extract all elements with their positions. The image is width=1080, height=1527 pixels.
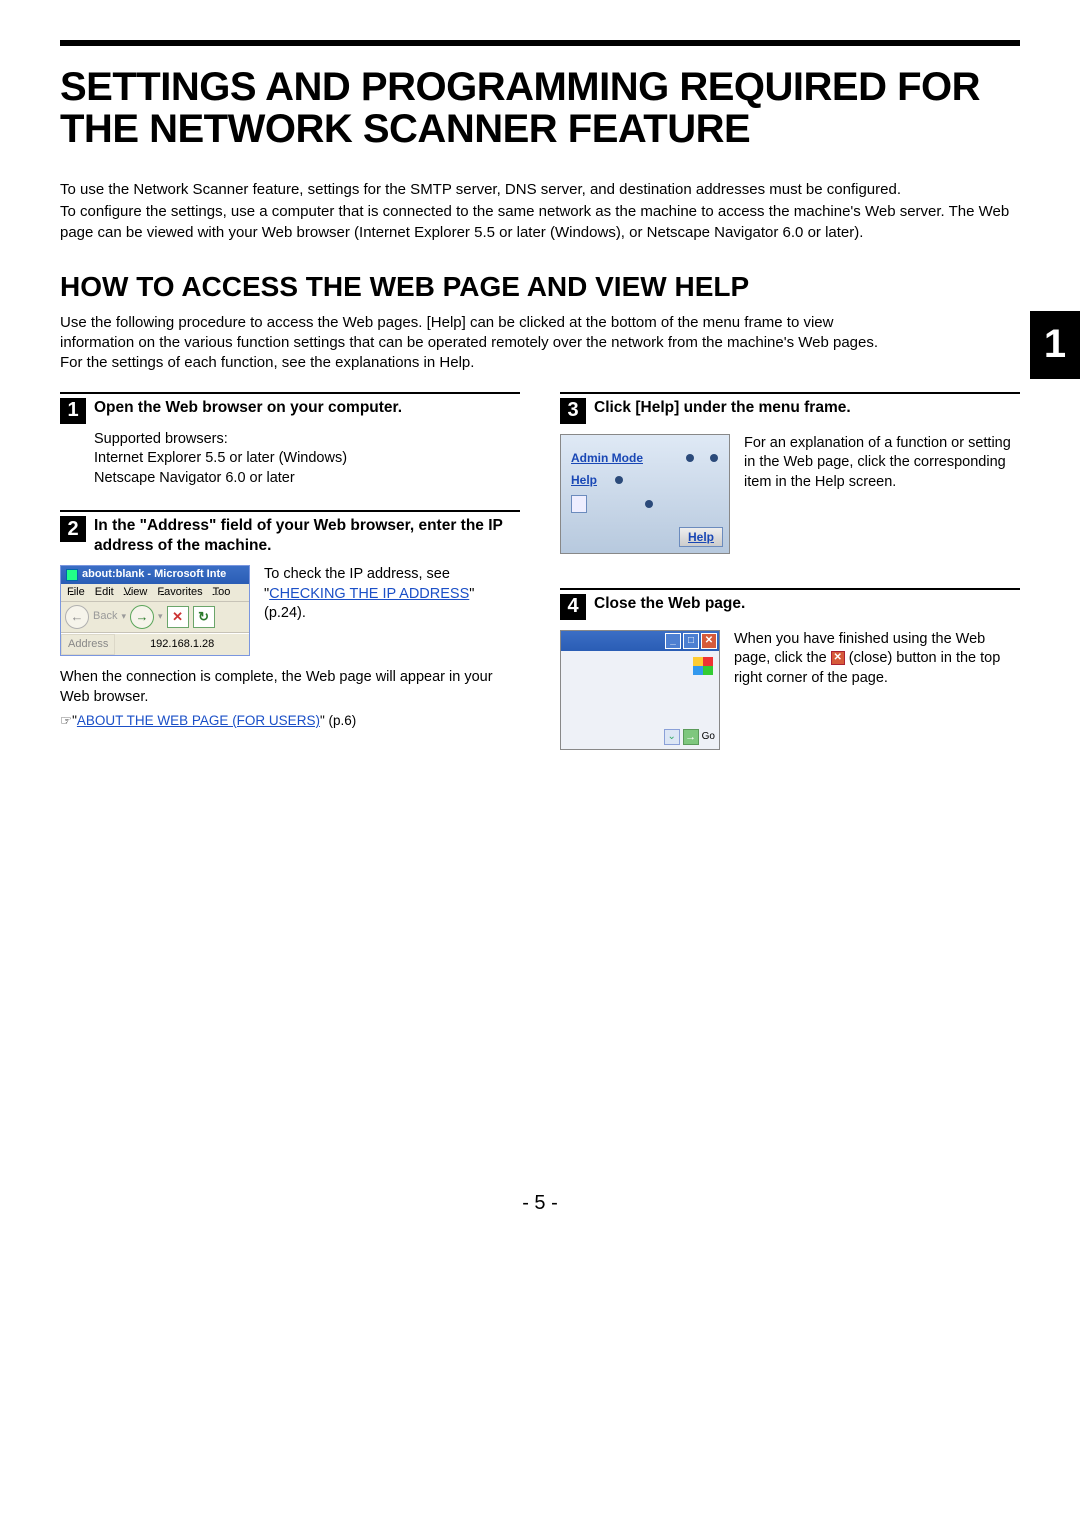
section-heading: HOW TO ACCESS THE WEB PAGE AND VIEW HELP (60, 271, 1020, 303)
intro-p2: To configure the settings, use a compute… (60, 202, 1020, 243)
close-icon: ✕ (831, 651, 845, 665)
left-column: 1 Open the Web browser on your computer.… (60, 392, 520, 772)
dot-icon (710, 454, 718, 462)
fwd-chevron-icon[interactable]: ▾ (158, 612, 163, 621)
go-button[interactable]: → (683, 729, 699, 745)
step-4: 4 Close the Web page. _ □ ✕ ⌄ → Go (560, 588, 1020, 750)
link-about-webpage[interactable]: ABOUT THE WEB PAGE (FOR USERS) (77, 713, 320, 728)
dot-icon (645, 500, 653, 508)
ie-menu-edit[interactable]: Edit (95, 587, 114, 598)
intro-p1: To use the Network Scanner feature, sett… (60, 180, 1020, 200)
step-2: 2 In the "Address" field of your Web bro… (60, 510, 520, 729)
right-column: 3 Click [Help] under the menu frame. Adm… (560, 392, 1020, 772)
back-button[interactable]: ← (65, 605, 89, 629)
figure-help-panel: Admin Mode Help Help (560, 434, 730, 554)
close-button[interactable]: ✕ (701, 633, 717, 649)
forward-button[interactable]: → (130, 605, 154, 629)
step-3: 3 Click [Help] under the menu frame. Adm… (560, 392, 1020, 554)
window-titlebar: _ □ ✕ (561, 631, 719, 651)
page-number: - 5 - (60, 1192, 1020, 1215)
page-title: SETTINGS AND PROGRAMMING REQUIRED FOR TH… (60, 66, 1020, 150)
help-button[interactable]: Help (679, 527, 723, 547)
ie-icon (66, 569, 78, 581)
step-1: 1 Open the Web browser on your computer.… (60, 392, 520, 489)
ie-menu-view[interactable]: View (124, 587, 148, 598)
ie-menubar: File Edit View Favorites Too (61, 584, 249, 602)
step-title: Click [Help] under the menu frame. (594, 398, 851, 417)
link-check-ip[interactable]: CHECKING THE IP ADDRESS (269, 586, 469, 602)
figure-close-window: _ □ ✕ ⌄ → Go (560, 630, 720, 750)
link-admin-mode[interactable]: Admin Mode (571, 451, 643, 465)
help-button-label: Help (688, 530, 714, 544)
intro-block: To use the Network Scanner feature, sett… (60, 180, 1020, 243)
ie-titlebar: about:blank - Microsoft Inte (61, 566, 249, 584)
ie-toolbar: ← Back ▾ → ▾ ✕ ↻ (61, 602, 249, 633)
ref-suffix: " (p.6) (320, 713, 356, 728)
step2-reference: ☞"ABOUT THE WEB PAGE (FOR USERS)" (p.6) (60, 713, 520, 729)
step1-line2: Internet Explorer 5.5 or later (Windows) (94, 449, 520, 469)
dot-icon (686, 454, 694, 462)
go-label: Go (702, 731, 715, 742)
step3-side-text: For an explanation of a function or sett… (744, 434, 1020, 554)
maximize-button[interactable]: □ (683, 633, 699, 649)
step-title: In the "Address" field of your Web brows… (94, 516, 520, 555)
step-number: 2 (60, 516, 86, 542)
address-value[interactable]: 192.168.1.28 (115, 635, 249, 654)
step-title: Open the Web browser on your computer. (94, 398, 402, 417)
dot-icon (615, 476, 623, 484)
ie-menu-file[interactable]: File (67, 587, 85, 598)
dropdown-icon[interactable]: ⌄ (664, 729, 680, 745)
ie-menu-favorites[interactable]: Favorites (157, 587, 202, 598)
windows-flag-icon (693, 657, 713, 675)
step-number: 1 (60, 398, 86, 424)
back-label: Back (93, 611, 117, 622)
ie-title-text: about:blank - Microsoft Inte (82, 569, 226, 580)
refresh-button[interactable]: ↻ (193, 606, 215, 628)
step-number: 3 (560, 398, 586, 424)
step2-after: When the connection is complete, the Web… (60, 668, 520, 707)
step-title: Close the Web page. (594, 594, 745, 613)
step1-line1: Supported browsers: (94, 430, 520, 450)
step2-side-text: To check the IP address, see "CHECKING T… (264, 565, 520, 656)
chapter-tab: 1 (1030, 311, 1080, 379)
step4-side-text: When you have finished using the Web pag… (734, 630, 1020, 750)
minimize-button[interactable]: _ (665, 633, 681, 649)
top-rule (60, 40, 1020, 46)
page-icon (571, 495, 587, 513)
step-number: 4 (560, 594, 586, 620)
back-chevron-icon[interactable]: ▾ (121, 612, 126, 621)
stop-button[interactable]: ✕ (167, 606, 189, 628)
section-intro: Use the following procedure to access th… (60, 313, 1020, 374)
link-help-menu[interactable]: Help (571, 473, 597, 487)
ie-menu-tools[interactable]: Too (213, 587, 231, 598)
figure-ie-window: about:blank - Microsoft Inte File Edit V… (60, 565, 250, 656)
step1-line3: Netscape Navigator 6.0 or later (94, 469, 520, 489)
address-label: Address (61, 634, 115, 655)
